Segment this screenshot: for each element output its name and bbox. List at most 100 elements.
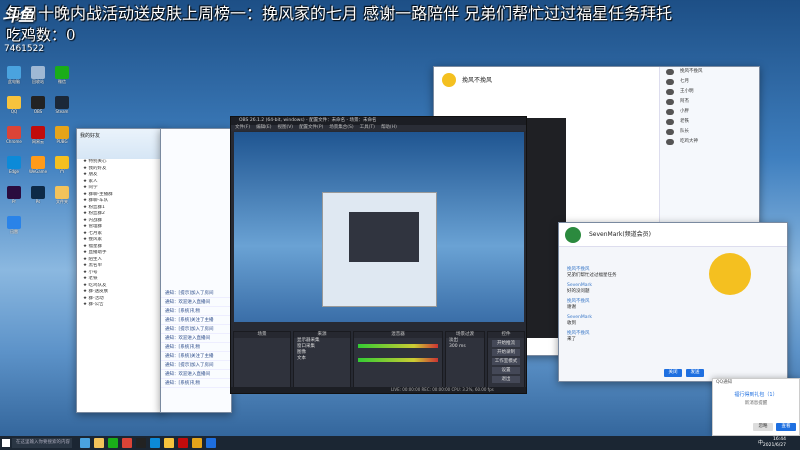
avatar[interactable] xyxy=(442,73,456,87)
ignore-button[interactable]: 忽略 xyxy=(753,423,773,431)
contact-item[interactable]: 阿杰 xyxy=(660,97,759,107)
chat-title: SevenMark(频道会员) xyxy=(589,231,652,238)
taskbar-app-icon[interactable] xyxy=(192,438,202,448)
contact-item[interactable]: 队长 xyxy=(660,127,759,137)
desktop-icon[interactable]: Edge xyxy=(2,156,26,186)
control-button[interactable]: 工作室模式 xyxy=(492,358,520,365)
notification-header: QQ通知 xyxy=(716,380,733,385)
desktop-icon-label: QQ xyxy=(10,109,18,114)
desktop-icon-label: WeGame xyxy=(28,169,48,174)
contact-avatar-icon xyxy=(666,89,674,95)
menu-item[interactable]: 文件(F) xyxy=(235,125,250,130)
obs-title: OBS 26.1.2 (64-bit, windows) - 配置文件：未命名 … xyxy=(231,117,526,125)
list-item[interactable]: ★ 群-公告 xyxy=(77,302,163,309)
desktop-icon[interactable]: Chrome xyxy=(2,126,26,156)
taskbar-app-icon[interactable] xyxy=(122,438,132,448)
desktop-icon[interactable]: Pr xyxy=(2,186,26,216)
contact-avatar-icon xyxy=(666,129,674,135)
desktop-icon-label: OBS xyxy=(33,109,43,114)
menu-item[interactable]: 工具(T) xyxy=(360,125,375,130)
danmu-message: 通知：欢迎进入直播间 xyxy=(161,334,231,343)
danmu-message: 通知：[系统]礼物 xyxy=(161,379,231,388)
taskbar-clock[interactable]: 16:44 2021/6/27 xyxy=(763,437,786,449)
taskbar-app-icon[interactable] xyxy=(178,438,188,448)
desktop-icon[interactable]: 回收站 xyxy=(26,66,50,96)
douyu-logo: 斗鱼 xyxy=(2,8,35,25)
menu-item[interactable]: 场景集合(S) xyxy=(329,125,353,130)
contact-avatar-icon xyxy=(666,109,674,115)
audio-meter xyxy=(358,358,438,362)
notification-title: 福行得到礼包（1） xyxy=(734,392,778,398)
obs-window: OBS 26.1.2 (64-bit, windows) - 配置文件：未命名 … xyxy=(230,116,527,394)
menu-item[interactable]: 帮助(H) xyxy=(381,125,397,130)
sources-dock: 来源 显示器采集 窗口采集 图像 文本 xyxy=(293,331,351,391)
desktop-icon[interactable]: Steam xyxy=(50,96,74,126)
desktop-icon[interactable]: 微信 xyxy=(50,66,74,96)
taskbar-app-icon[interactable] xyxy=(80,438,90,448)
desktop-icon-label: Edge xyxy=(8,169,20,174)
stream-ticker: 每日十晚内战活动送皮肤上周榜一：挽风家的七月 感谢一路陪伴 兄弟们帮忙过过福星任… xyxy=(6,4,673,23)
contact-item[interactable]: 吃鸡大神 xyxy=(660,137,759,147)
view-button[interactable]: 查看 xyxy=(776,423,796,431)
desktop-icon[interactable]: YY xyxy=(50,156,74,186)
desktop-icon[interactable]: 此电脑 xyxy=(2,66,26,96)
taskbar-app-icon[interactable] xyxy=(164,438,174,448)
contact-name: 王小明 xyxy=(680,89,694,94)
contact-name: 老铁 xyxy=(680,119,689,124)
control-button[interactable]: 设置 xyxy=(492,367,520,374)
menu-item[interactable]: 配置文件(P) xyxy=(299,125,323,130)
taskbar: 在这里输入你要搜索的内容 中 16:44 2021/6/27 xyxy=(0,436,800,450)
taskbar-app-icon[interactable] xyxy=(108,438,118,448)
controls-dock-title: 控件 xyxy=(488,332,524,338)
control-button[interactable]: 开始推流 xyxy=(492,340,520,347)
taskbar-search[interactable]: 在这里输入你要搜索的内容 xyxy=(12,438,72,448)
contact-avatar-icon xyxy=(666,79,674,85)
contact-avatar-icon xyxy=(666,99,674,105)
transitions-dock: 场景过渡 淡出 300 ms xyxy=(445,331,485,391)
desktop-icon[interactable]: WeGame xyxy=(26,156,50,186)
contact-item[interactable]: 七月 xyxy=(660,77,759,87)
danmu-message: 通知：[提示]加入了房间 xyxy=(161,325,231,334)
menu-item[interactable]: 视图(V) xyxy=(277,125,293,130)
taskbar-app-icon[interactable] xyxy=(206,438,216,448)
desktop-icon-label: 微信 xyxy=(58,79,66,84)
desktop-icon[interactable]: 文件夹 xyxy=(50,186,74,216)
menu-item[interactable]: 编辑(E) xyxy=(256,125,271,130)
danmu-message: 通知：[提示]加入了房间 xyxy=(161,361,231,370)
desktop-icon-label: YY xyxy=(59,169,65,174)
contact-item[interactable]: 王小明 xyxy=(660,87,759,97)
desktop-icon[interactable]: QQ xyxy=(2,96,26,126)
transition-duration[interactable]: 300 ms xyxy=(446,344,484,350)
send-button[interactable]: 发送 xyxy=(686,369,704,377)
obs-statusbar: LIVE: 00:00:00 REC: 00:00:00 CPU: 3.2%, … xyxy=(231,387,526,393)
control-button[interactable]: 开始录制 xyxy=(492,349,520,356)
source-item[interactable]: 文本 xyxy=(294,356,350,362)
desktop-icon[interactable]: 迅雷 xyxy=(2,216,26,246)
desktop-icon-label: Chrome xyxy=(6,139,22,144)
desktop-icon[interactable]: 网易云 xyxy=(26,126,50,156)
contact-avatar[interactable] xyxy=(565,227,581,243)
desktop-icon[interactable]: Ps xyxy=(26,186,50,216)
control-button[interactable]: 退出 xyxy=(492,376,520,383)
app-icon xyxy=(7,126,21,139)
contact-item[interactable]: 挽风不挽风 xyxy=(660,67,759,77)
app-icon xyxy=(31,96,45,109)
danmu-message: 通知：欢迎进入直播间 xyxy=(161,298,231,307)
taskbar-app-icon[interactable] xyxy=(136,438,146,448)
danmu-list: 通知：[提示]加入了房间 通知：欢迎进入直播间 通知：[系统]礼物 通知：[系统]关注… xyxy=(161,289,231,388)
windows-start-icon[interactable] xyxy=(2,439,10,447)
contact-item[interactable]: 小胖 xyxy=(660,107,759,117)
desktop-icon[interactable]: PUBG xyxy=(50,126,74,156)
contact-item[interactable]: 老铁 xyxy=(660,117,759,127)
taskbar-app-icon[interactable] xyxy=(94,438,104,448)
close-button[interactable]: 关闭 xyxy=(664,369,682,377)
qq-notification[interactable]: QQ通知 福行得到礼包（1） 新消息提醒 忽略 查看 xyxy=(712,378,800,436)
app-icon xyxy=(7,186,21,199)
qq-chat-window: SevenMark(频道会员) 挽风不挽风 兄弟们帮忙过过福星任务 SevenMar… xyxy=(558,222,788,382)
taskbar-app-icon[interactable] xyxy=(150,438,160,448)
desktop-icon-label: Pr xyxy=(12,199,16,204)
message-text: 兄弟们帮忙过过福星任务 xyxy=(567,273,617,278)
desktop-icon[interactable]: OBS xyxy=(26,96,50,126)
obs-preview[interactable] xyxy=(234,132,524,322)
room-id: 7461522 xyxy=(4,44,45,54)
